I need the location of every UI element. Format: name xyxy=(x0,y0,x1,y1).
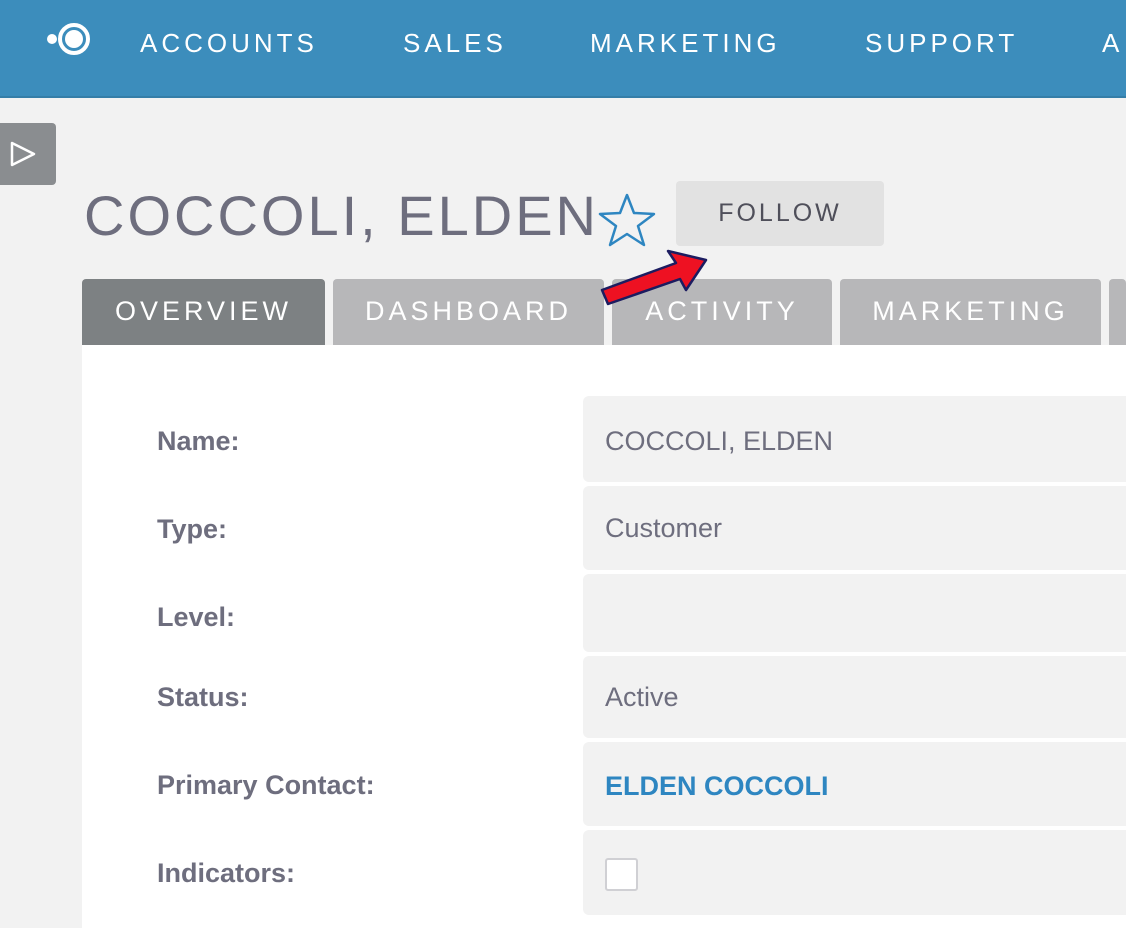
nav-item-sales[interactable]: SALES xyxy=(403,28,507,59)
sidebar-toggle-button[interactable] xyxy=(0,123,56,185)
indicators-label: Indicators: xyxy=(157,858,296,888)
primary-contact-link[interactable]: ELDEN COCCOLI xyxy=(583,742,1126,826)
tab-overflow[interactable] xyxy=(1109,279,1126,345)
indicators-value xyxy=(583,830,1126,915)
follow-button[interactable]: FOLLOW xyxy=(676,181,884,246)
name-value: COCCOLI, ELDEN xyxy=(583,396,1126,482)
level-label: Level: xyxy=(157,602,236,632)
page-title: COCCOLI, ELDEN xyxy=(84,184,599,247)
tab-dashboard[interactable]: DASHBOARD xyxy=(333,279,604,345)
type-value: Customer xyxy=(583,486,1126,570)
status-label: Status: xyxy=(157,682,249,712)
tab-overview[interactable]: OVERVIEW xyxy=(82,279,325,345)
nav-item-marketing[interactable]: MARKETING xyxy=(590,28,781,59)
app-logo-icon[interactable] xyxy=(44,22,98,58)
tab-marketing[interactable]: MARKETING xyxy=(840,279,1101,345)
level-value xyxy=(583,574,1126,652)
name-label: Name: xyxy=(157,426,240,456)
primary-contact-label: Primary Contact: xyxy=(157,770,375,800)
play-triangle-icon xyxy=(10,141,36,167)
type-label: Type: xyxy=(157,514,228,544)
red-arrow-icon xyxy=(600,249,708,306)
nav-item-accounts[interactable]: ACCOUNTS xyxy=(140,28,318,59)
nav-item-overflow[interactable]: A xyxy=(1102,28,1123,59)
status-value: Active xyxy=(583,656,1126,738)
star-outline-icon[interactable] xyxy=(597,192,657,248)
indicators-checkbox[interactable] xyxy=(605,858,638,891)
nav-item-support[interactable]: SUPPORT xyxy=(865,28,1018,59)
top-nav-bar: ACCOUNTS SALES MARKETING SUPPORT A xyxy=(0,0,1126,98)
